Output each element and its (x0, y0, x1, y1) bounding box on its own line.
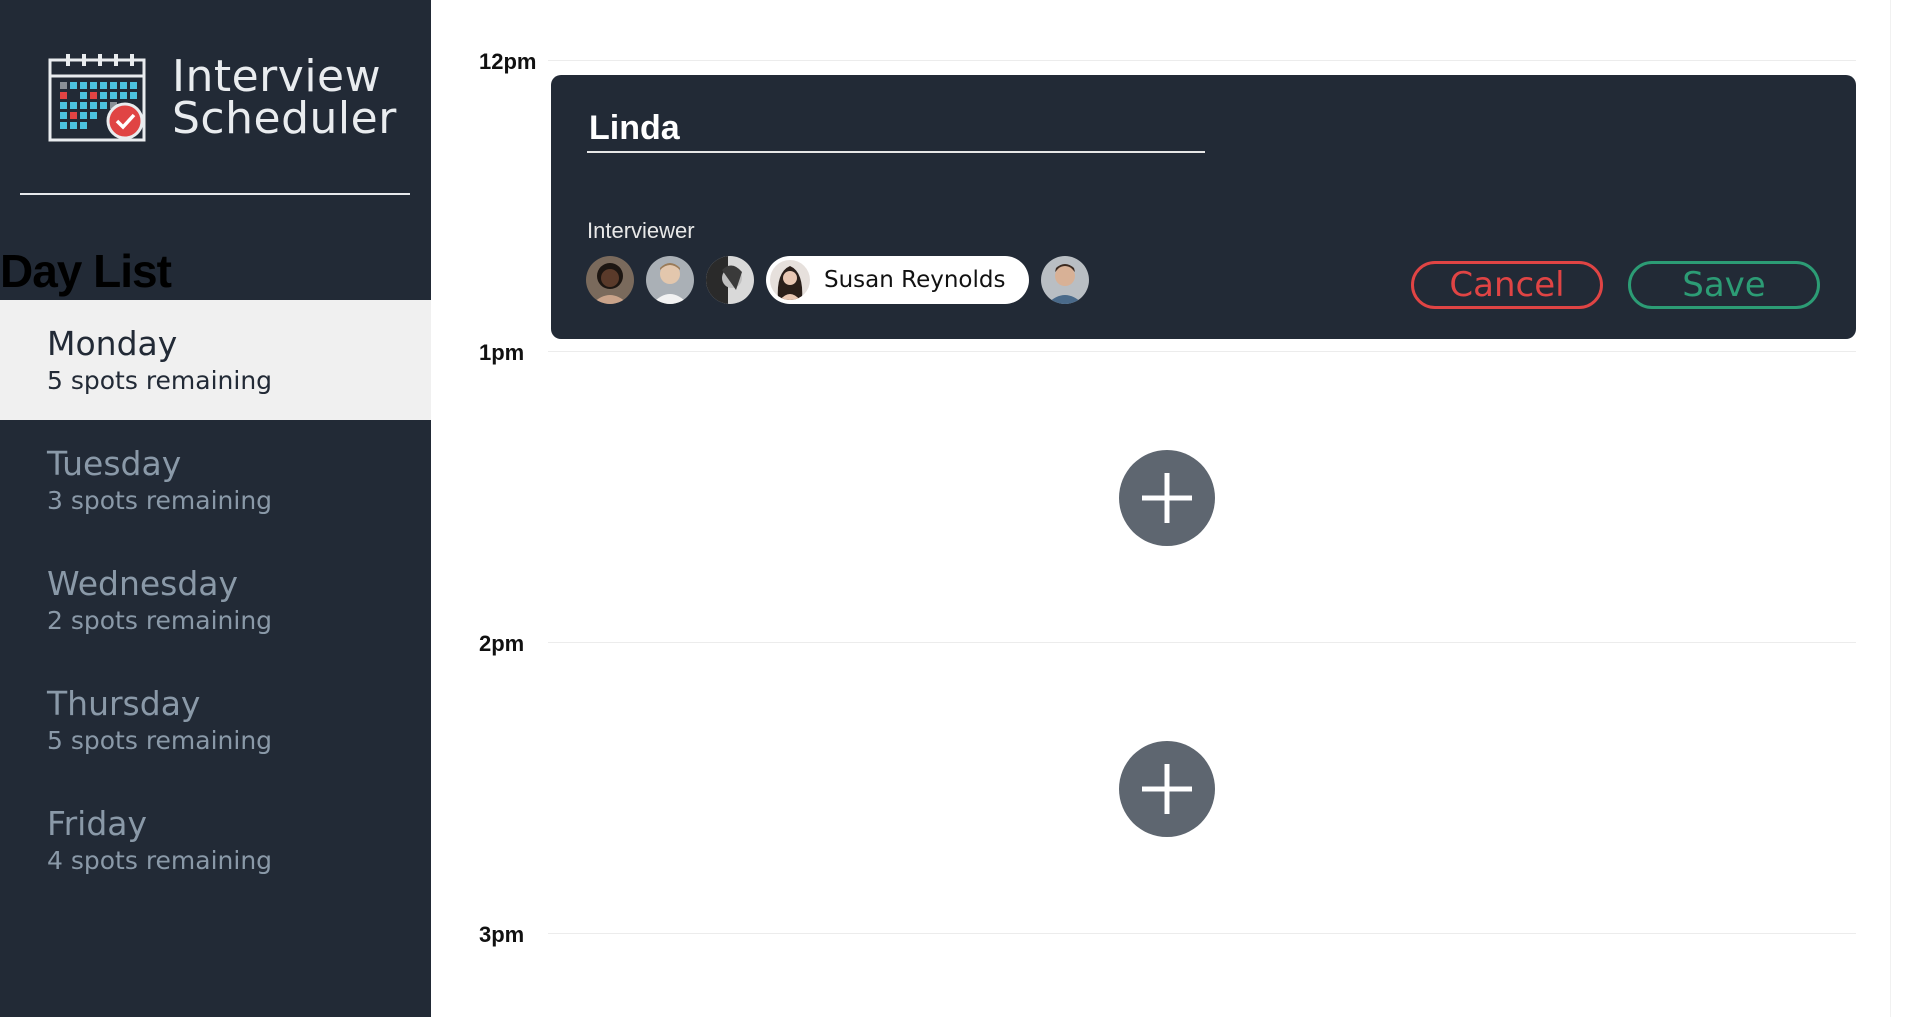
interviewer-avatar[interactable] (586, 256, 634, 304)
sidebar-divider (20, 193, 410, 195)
app-title: Interview Scheduler (172, 51, 397, 144)
person-avatar-icon (586, 256, 634, 304)
student-name-input[interactable] (587, 105, 1205, 153)
person-avatar-icon (770, 260, 810, 300)
hour-divider (548, 60, 1856, 61)
person-avatar-icon (1041, 256, 1090, 304)
day-spots: 3 spots remaining (47, 486, 273, 515)
hour-divider (548, 351, 1856, 352)
app-logo: Interview Scheduler (48, 52, 397, 144)
sidebar: Interview Scheduler Day List Monday 5 sp… (0, 0, 431, 1017)
interviewer-name: Susan Reynolds (824, 267, 1006, 293)
day-spots: 5 spots remaining (47, 726, 273, 755)
day-name: Friday (47, 804, 148, 843)
time-label-12pm: 12pm (479, 49, 537, 74)
day-name: Tuesday (47, 444, 182, 483)
time-label-3pm: 3pm (479, 922, 525, 947)
day-spots: 5 spots remaining (47, 366, 273, 395)
hour-divider (548, 933, 1856, 934)
day-list-heading: Day List (0, 245, 172, 297)
day-item-monday[interactable]: Monday 5 spots remaining (0, 300, 431, 420)
time-label-1pm: 1pm (479, 340, 525, 365)
calendar-check-icon (48, 54, 146, 142)
interviewer-avatar[interactable] (646, 256, 694, 304)
day-name: Thursday (47, 684, 201, 723)
plus-icon (1142, 764, 1192, 814)
interviewer-list: Susan Reynolds (586, 256, 1101, 304)
day-item-thursday[interactable]: Thursday 5 spots remaining (0, 660, 431, 780)
day-list: Monday 5 spots remaining Tuesday 3 spots… (0, 300, 431, 900)
day-name: Wednesday (47, 564, 239, 603)
add-appointment-button[interactable] (1119, 741, 1215, 837)
app-root: Interview Scheduler Day List Monday 5 sp… (0, 0, 1906, 1017)
app-title-line1: Interview (172, 51, 382, 102)
page-edge-divider (1890, 0, 1891, 1017)
interviewer-label: Interviewer (587, 218, 695, 243)
day-item-friday[interactable]: Friday 4 spots remaining (0, 780, 431, 900)
save-button[interactable]: Save (1628, 261, 1820, 309)
app-title-line2: Scheduler (172, 93, 397, 144)
day-spots: 2 spots remaining (47, 606, 273, 635)
interviewer-avatar[interactable] (1041, 256, 1090, 304)
appointment-form: Interviewer (551, 75, 1856, 339)
interviewer-avatar (770, 260, 810, 300)
person-avatar-icon (646, 256, 694, 304)
day-item-wednesday[interactable]: Wednesday 2 spots remaining (0, 540, 431, 660)
time-label-2pm: 2pm (479, 631, 525, 656)
add-appointment-button[interactable] (1119, 450, 1215, 546)
interviewer-avatar[interactable] (706, 256, 754, 304)
day-item-tuesday[interactable]: Tuesday 3 spots remaining (0, 420, 431, 540)
cancel-button[interactable]: Cancel (1411, 261, 1603, 309)
person-avatar-icon (706, 256, 754, 304)
hour-divider (548, 642, 1856, 643)
day-name: Monday (47, 324, 178, 363)
plus-icon (1142, 473, 1192, 523)
day-spots: 4 spots remaining (47, 846, 273, 875)
interviewer-selected[interactable]: Susan Reynolds (766, 256, 1030, 304)
